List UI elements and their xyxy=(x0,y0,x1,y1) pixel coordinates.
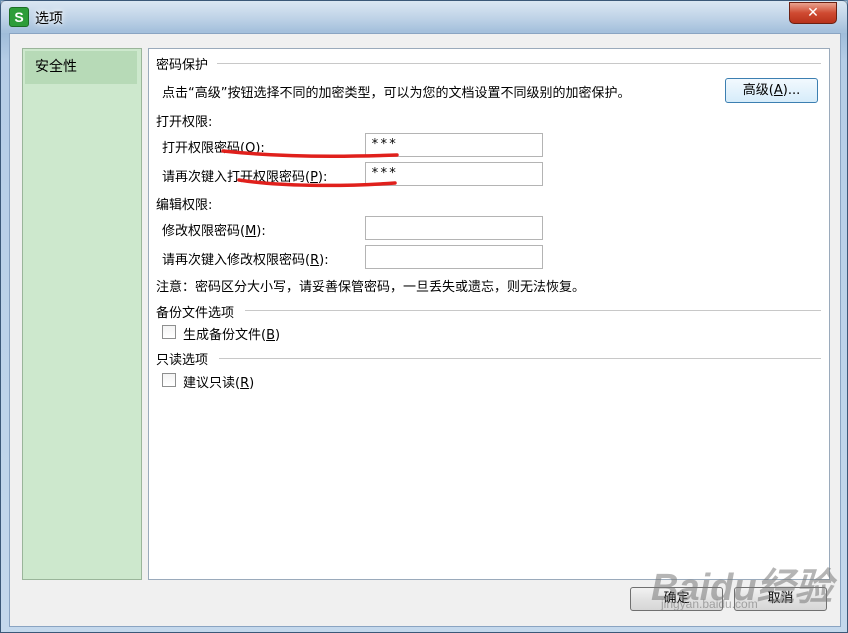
encryption-description: 点击“高级”按钮选择不同的加密类型，可以为您的文档设置不同级别的加密保护。 xyxy=(162,86,631,101)
modify-password-field[interactable] xyxy=(365,216,543,240)
password-protection-title: 密码保护 xyxy=(156,58,209,73)
readonly-checkbox[interactable] xyxy=(162,373,176,387)
sidebar-item-security[interactable]: 安全性 xyxy=(25,51,137,84)
password-note: 注意：密码区分大小写，请妥善保管密码，一旦丢失或遗忘，则无法恢复。 xyxy=(156,280,586,295)
baidu-watermark-url: jingyan.baidu.com xyxy=(661,597,758,611)
window-title: 选项 xyxy=(35,11,63,27)
backup-checkbox-label[interactable]: 生成备份文件(B) xyxy=(183,324,280,343)
advanced-button[interactable]: 高级(A)... xyxy=(725,78,818,103)
section-divider xyxy=(217,63,821,64)
dialog-client-area: 安全性 密码保护 点击“高级”按钮选择不同的加密类型，可以为您的文档设置不同级别… xyxy=(9,33,841,627)
backup-checkbox[interactable] xyxy=(162,325,176,339)
red-annotation-underline-2 xyxy=(237,178,397,188)
readonly-checkbox-label[interactable]: 建议只读(R) xyxy=(183,372,254,391)
close-icon: ✕ xyxy=(807,5,819,21)
backup-options-title: 备份文件选项 xyxy=(156,306,235,321)
readonly-options-title: 只读选项 xyxy=(156,353,209,368)
close-button[interactable]: ✕ xyxy=(789,2,837,24)
security-panel: 密码保护 点击“高级”按钮选择不同的加密类型，可以为您的文档设置不同级别的加密保… xyxy=(148,48,830,580)
options-dialog: S 选项 ✕ 安全性 密码保护 点击“高级”按钮选择不同的加密类型，可以为您的文… xyxy=(0,0,848,633)
modify-password-label: 修改权限密码(M): xyxy=(162,224,266,239)
modify-password-confirm-label: 请再次键入修改权限密码(R): xyxy=(162,253,329,268)
red-annotation-underline-1 xyxy=(221,149,399,158)
edit-permission-title: 编辑权限: xyxy=(156,198,213,213)
wps-app-icon: S xyxy=(9,7,29,27)
sidebar: 安全性 xyxy=(22,48,142,580)
modify-password-confirm-field[interactable] xyxy=(365,245,543,269)
section-divider xyxy=(245,310,821,311)
open-permission-title: 打开权限: xyxy=(156,115,213,130)
section-divider xyxy=(219,358,821,359)
title-bar[interactable]: S 选项 ✕ xyxy=(1,1,847,33)
advanced-button-label: 高级(A)... xyxy=(742,83,801,98)
